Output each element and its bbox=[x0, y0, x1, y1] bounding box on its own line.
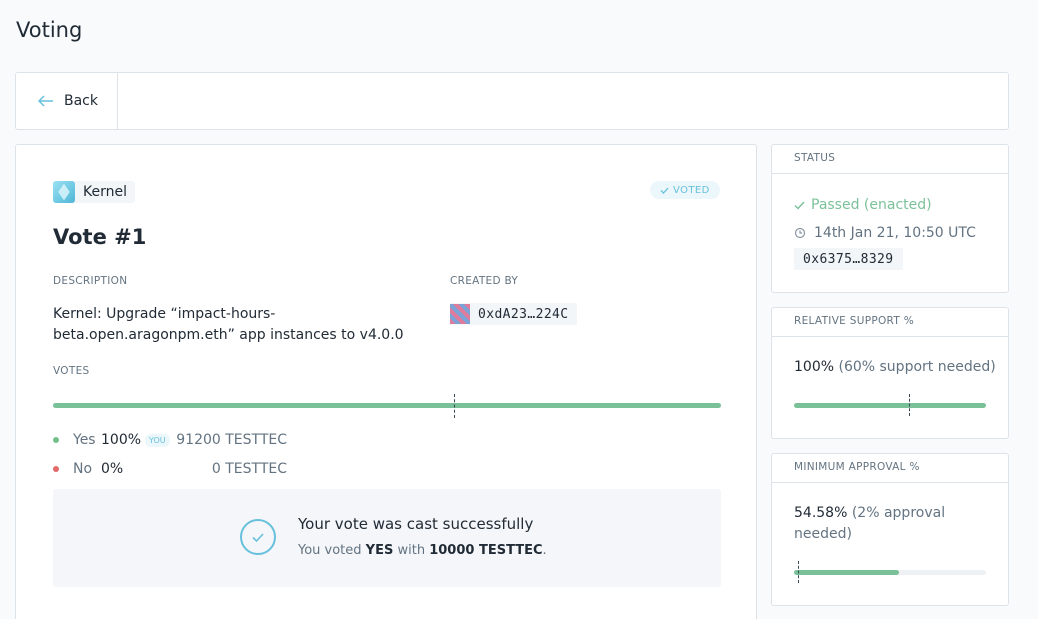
status-header: STATUS bbox=[772, 145, 1008, 174]
status-time-label: 14th Jan 21, 10:50 UTC bbox=[814, 225, 976, 241]
voted-badge: VOTED bbox=[650, 181, 720, 199]
no-dot bbox=[53, 466, 59, 472]
support-fill bbox=[794, 403, 986, 408]
support-needed: (60% support needed) bbox=[838, 359, 996, 375]
support-threshold-marker bbox=[453, 394, 455, 418]
back-label: Back bbox=[64, 93, 98, 109]
relative-support-card: RELATIVE SUPPORT % 100% (60% support nee… bbox=[771, 307, 1009, 439]
status-state-label: Passed (enacted) bbox=[811, 197, 932, 213]
success-prefix: You voted bbox=[298, 543, 366, 558]
vote-success-panel: Your vote was cast successfully You vote… bbox=[53, 489, 721, 587]
page-title: Voting bbox=[16, 18, 83, 42]
you-badge: YOU bbox=[145, 433, 170, 447]
voted-label: VOTED bbox=[673, 184, 710, 196]
vote-title: Vote #1 bbox=[53, 225, 147, 249]
success-amount: 10000 TESTTEC bbox=[429, 543, 543, 558]
vote-detail-card: Kernel VOTED Vote #1 DESCRIPTION Kernel:… bbox=[15, 144, 757, 619]
approval-fill bbox=[794, 570, 899, 575]
approval-percent: 54.58% bbox=[794, 505, 848, 521]
votes-yes-fill bbox=[53, 403, 721, 408]
votes-progress-bar bbox=[53, 394, 721, 418]
votes-label: VOTES bbox=[53, 365, 90, 377]
minimum-approval-value: 54.58% (2% approval needed) bbox=[794, 503, 984, 545]
no-label: No bbox=[73, 461, 93, 477]
created-by-label: CREATED BY bbox=[450, 275, 519, 287]
status-state: Passed (enacted) bbox=[794, 197, 932, 213]
vote-option-no: No 0% 0 TESTTEC bbox=[53, 459, 353, 479]
support-progress-bar bbox=[794, 394, 986, 416]
relative-support-header: RELATIVE SUPPORT % bbox=[772, 308, 1008, 337]
check-icon bbox=[794, 201, 805, 210]
transaction-hash: 0x6375…8329 bbox=[803, 251, 894, 267]
creator-address-badge[interactable]: 0xdA23…224C bbox=[450, 303, 577, 325]
minimum-approval-card: MINIMUM APPROVAL % 54.58% (2% approval n… bbox=[771, 453, 1009, 606]
back-button[interactable]: Back bbox=[16, 73, 118, 129]
success-suffix: . bbox=[542, 543, 547, 558]
arrow-left-icon bbox=[38, 95, 53, 107]
support-threshold-marker bbox=[909, 394, 911, 416]
yes-dot bbox=[53, 437, 59, 443]
support-percent: 100% bbox=[794, 359, 835, 375]
minimum-approval-header: MINIMUM APPROVAL % bbox=[772, 454, 1008, 483]
success-mid: with bbox=[393, 543, 430, 558]
vote-description: Kernel: Upgrade “impact-hours-beta.open.… bbox=[53, 306, 404, 343]
description-label: DESCRIPTION bbox=[53, 275, 128, 287]
status-time: 14th Jan 21, 10:50 UTC bbox=[794, 225, 976, 241]
approval-threshold-marker bbox=[797, 561, 799, 583]
success-title: Your vote was cast successfully bbox=[298, 515, 534, 533]
check-circle-icon bbox=[240, 519, 276, 555]
creator-address: 0xdA23…224C bbox=[478, 306, 569, 322]
identicon-avatar bbox=[450, 304, 470, 324]
yes-amount: 91200 TESTTEC bbox=[176, 432, 287, 448]
success-choice: YES bbox=[365, 543, 394, 558]
app-name: Kernel bbox=[83, 184, 127, 200]
yes-label: Yes bbox=[73, 432, 96, 448]
clock-icon bbox=[794, 227, 806, 239]
kernel-app-icon bbox=[53, 181, 75, 203]
success-message: You voted YES with 10000 TESTTEC. bbox=[298, 543, 547, 558]
transaction-hash-badge[interactable]: 0x6375…8329 bbox=[794, 248, 903, 270]
vote-option-yes: Yes 100% YOU 91200 TESTTEC bbox=[53, 430, 353, 450]
yes-percent: 100% bbox=[101, 432, 142, 448]
no-percent: 0% bbox=[101, 461, 124, 477]
approval-progress-bar bbox=[794, 561, 986, 583]
check-icon bbox=[660, 187, 669, 194]
app-badge[interactable]: Kernel bbox=[53, 181, 135, 203]
status-card: STATUS Passed (enacted) 14th Jan 21, 10:… bbox=[771, 144, 1009, 293]
relative-support-value: 100% (60% support needed) bbox=[794, 357, 996, 378]
no-amount: 0 TESTTEC bbox=[211, 461, 287, 477]
top-bar: Back bbox=[15, 72, 1009, 130]
